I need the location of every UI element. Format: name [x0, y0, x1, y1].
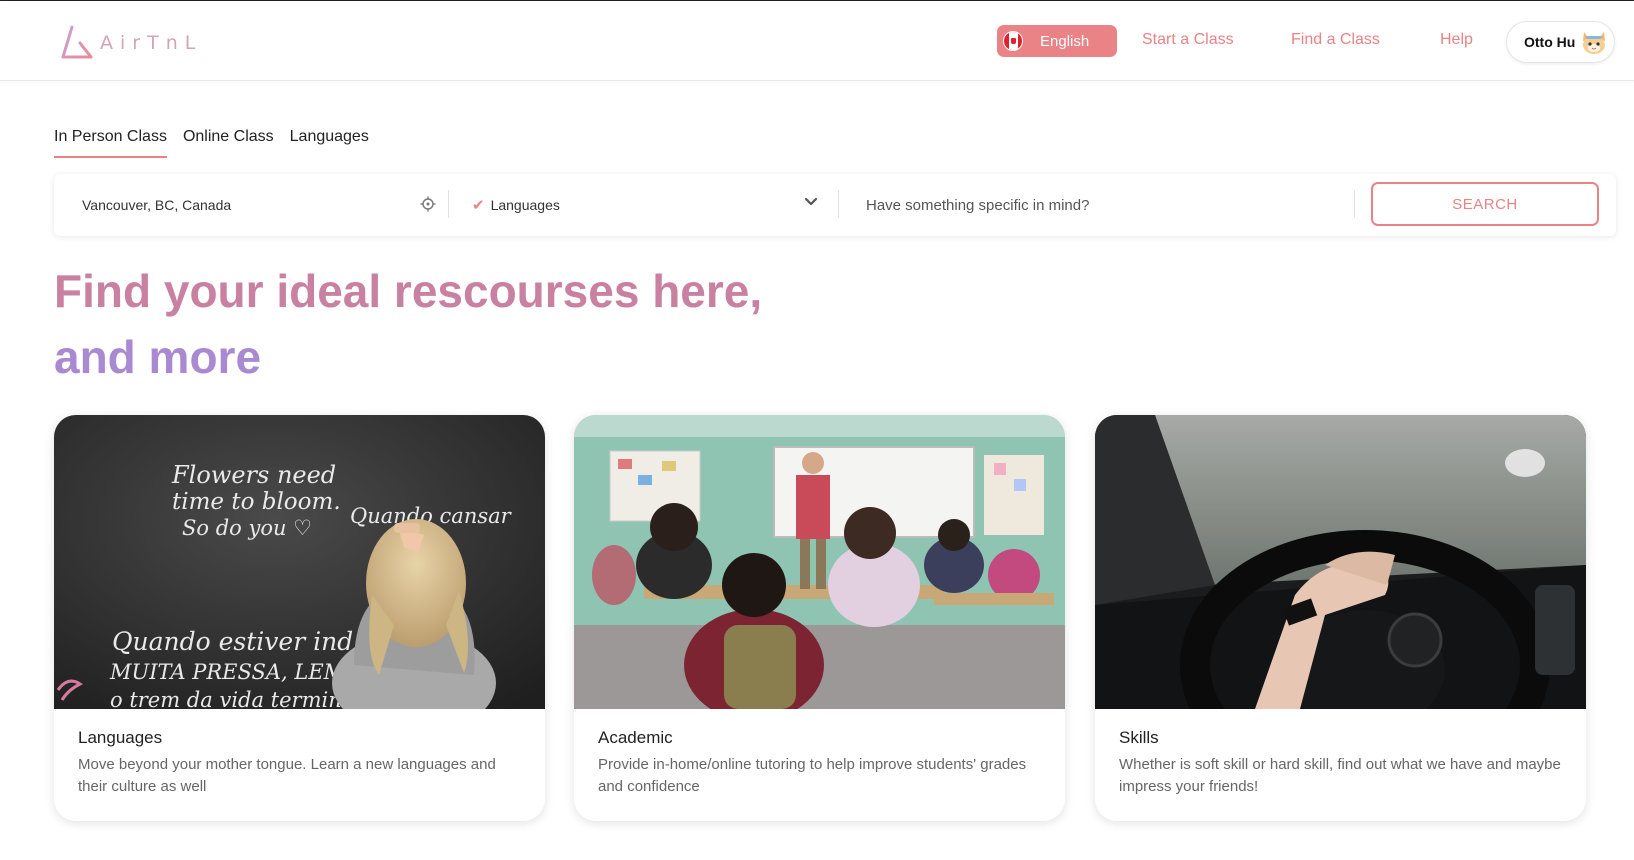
skills-card-image	[1095, 415, 1586, 709]
hero-line-2: and more	[54, 331, 262, 383]
category-selected-value: Languages	[490, 197, 560, 213]
user-name: Otto Hu	[1524, 34, 1576, 50]
hero-line-1: Find your ideal rescourses here,	[54, 265, 763, 317]
card-title: Languages	[78, 728, 163, 747]
avatar	[1578, 26, 1610, 58]
classroom-photo	[574, 415, 1065, 709]
brand-logo[interactable]: AirTnL	[60, 23, 202, 63]
tab-languages[interactable]: Languages	[290, 128, 369, 158]
category-dropdown[interactable]: ✔ Languages	[472, 192, 822, 218]
top-navigation-bar: AirTnL English Start a Class Find a Clas…	[0, 1, 1634, 81]
card-description: Whether is soft skill or hard skill, fin…	[1119, 756, 1561, 795]
keyword-search-input[interactable]	[866, 194, 1346, 216]
languages-card-image: Flowers need time to bloom. So do you ♡ …	[54, 415, 545, 709]
logo-triangle-icon	[61, 25, 93, 59]
checkmark-icon: ✔	[472, 197, 485, 214]
nav-help[interactable]: Help	[1440, 31, 1473, 49]
chalkboard-photo: Flowers need time to bloom. So do you ♡ …	[54, 415, 545, 709]
category-card-academic[interactable]: Academic Provide in-home/online tutoring…	[574, 415, 1065, 821]
search-button[interactable]: SEARCH	[1371, 182, 1599, 226]
chalk-text: Quando estiver ind	[112, 627, 353, 656]
academic-card-image	[574, 415, 1065, 709]
search-bar: ✔ Languages SEARCH	[54, 174, 1616, 236]
driving-photo	[1095, 415, 1586, 709]
hero-headline: Find your ideal rescourses here, and mor…	[54, 258, 814, 390]
chalk-text: o trem da vida termina	[110, 688, 354, 709]
divider	[1354, 190, 1355, 218]
chalk-text: Flowers need	[171, 461, 336, 489]
tab-in-person-class[interactable]: In Person Class	[54, 128, 167, 158]
category-card-skills[interactable]: Skills Whether is soft skill or hard ski…	[1095, 415, 1586, 821]
nav-start-a-class[interactable]: Start a Class	[1142, 31, 1234, 49]
chalk-text: time to bloom.	[172, 489, 341, 515]
card-title: Academic	[598, 728, 673, 747]
user-menu-button[interactable]: Otto Hu	[1506, 21, 1615, 63]
location-input[interactable]	[82, 194, 412, 216]
nav-find-a-class[interactable]: Find a Class	[1291, 31, 1380, 49]
chalk-text: So do you ♡	[182, 516, 312, 540]
card-description: Move beyond your mother tongue. Learn a …	[78, 756, 496, 795]
locate-crosshair-icon[interactable]	[420, 196, 436, 212]
canada-flag-icon	[1003, 31, 1023, 51]
card-description: Provide in-home/online tutoring to help …	[598, 756, 1027, 795]
divider	[838, 190, 839, 218]
chevron-down-icon[interactable]	[804, 197, 818, 207]
logo-wordmark: AirTnL	[100, 32, 203, 54]
class-type-tabs: In Person Class Online Class Languages	[54, 128, 369, 158]
language-selector-button[interactable]: English	[997, 25, 1117, 57]
card-title: Skills	[1119, 728, 1159, 747]
tab-online-class[interactable]: Online Class	[183, 128, 274, 158]
category-card-languages[interactable]: Flowers need time to bloom. So do you ♡ …	[54, 415, 545, 821]
divider	[448, 190, 449, 218]
language-label: English	[1040, 32, 1090, 50]
cat-avatar-icon	[1583, 32, 1605, 54]
